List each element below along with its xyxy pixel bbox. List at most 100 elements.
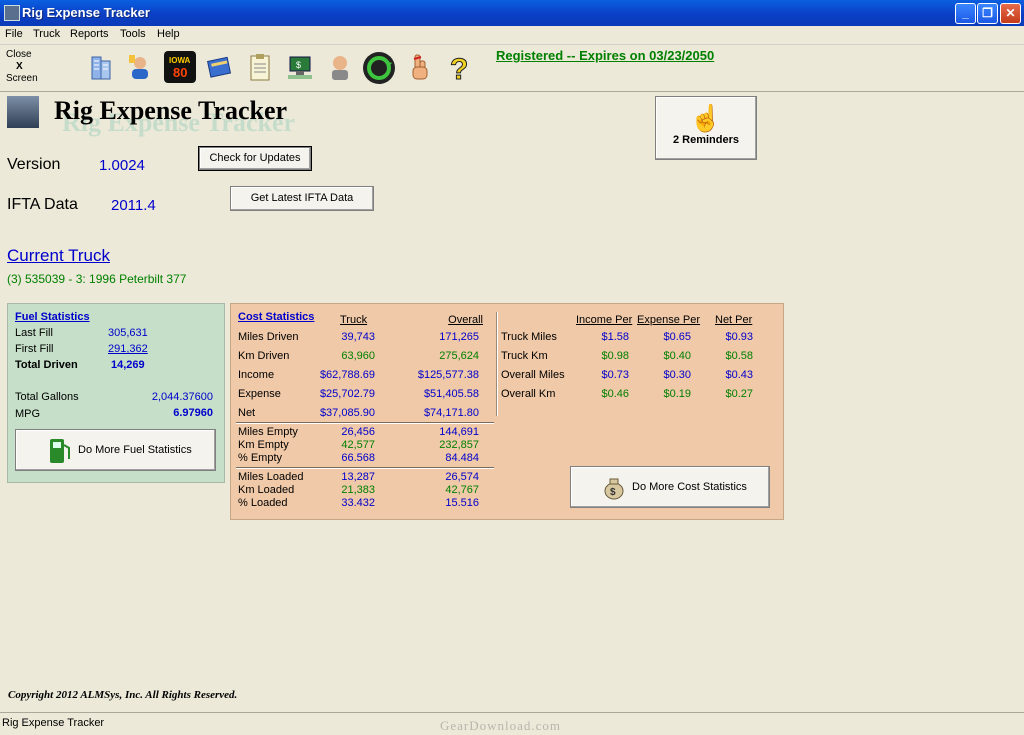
ifta-value: 2011.4 [111,197,156,214]
close-x-icon: X [16,61,23,72]
registration-status[interactable]: Registered -- Expires on 03/23/2050 [496,48,714,63]
per-row-net: $0.27 [725,388,753,400]
maximize-button[interactable]: ❐ [977,3,998,24]
book-icon[interactable] [204,51,236,83]
per-row-label: Truck Miles [501,331,557,343]
cost-row-truck: 39,743 [341,331,375,343]
first-fill-value[interactable]: 291,362 [108,343,148,355]
menu-tools[interactable]: Tools [120,28,146,40]
fuel-statistics-link[interactable]: Fuel Statistics [15,311,90,323]
version-label: Version [7,156,61,173]
per-row-label: Overall Km [501,388,556,400]
svg-text:$: $ [296,60,301,70]
per-row-label: Overall Miles [501,369,565,381]
title-bar: Rig Expense Tracker _ ❐ ✕ [0,0,1024,26]
menu-truck[interactable]: Truck [33,28,60,40]
net-per-header: Net Per [715,314,753,326]
loaded-row-truck: 33.432 [341,497,375,509]
person-icon[interactable] [324,51,356,83]
clipboard-icon[interactable] [244,51,276,83]
reminders-button[interactable]: ☝ 2 Reminders [655,96,757,160]
menu-reports[interactable]: Reports [70,28,109,40]
menu-file[interactable]: File [5,28,23,40]
cost-row-overall: $125,577.38 [417,369,479,381]
empty-row-truck: 26,456 [341,426,375,438]
menu-bar: File Truck Reports Tools Help [0,26,1024,45]
app-icon [4,5,20,21]
current-truck-link[interactable]: Current Truck [7,246,110,266]
cost-row-overall: $74,171.80 [423,407,479,419]
menu-help[interactable]: Help [157,28,180,40]
mpg-value: 6.97960 [173,407,213,419]
money-computer-icon[interactable]: $ [284,51,316,83]
per-row-expense: $0.30 [663,369,691,381]
total-driven-label: Total Driven [15,359,78,371]
close-window-button[interactable]: ✕ [1000,3,1021,24]
per-row-expense: $0.40 [663,350,691,362]
per-row-income: $1.58 [601,331,629,343]
empty-row-overall: 232,857 [439,439,479,451]
per-row-net: $0.58 [725,350,753,362]
cost-row-truck: $62,788.69 [319,369,375,381]
minimize-button[interactable]: _ [955,3,976,24]
svg-text:$: $ [610,487,616,498]
more-cost-stats-button[interactable]: $ Do More Cost Statistics [570,466,770,508]
check-updates-button[interactable]: Check for Updates [198,146,312,171]
loaded-row-truck: 13,287 [341,471,375,483]
total-gallons-label: Total Gallons [15,391,79,403]
total-driven-value: 14,269 [111,359,145,371]
cost-statistics-panel: Cost Statistics Truck Overall Miles Driv… [230,303,784,520]
driver-icon[interactable] [124,51,156,83]
svg-text:IOWA: IOWA [169,56,191,65]
reminder-hand-icon-large: ☝ [689,103,723,133]
loaded-row-overall: 26,574 [445,471,479,483]
vertical-divider [496,312,498,416]
empty-row-truck: 42,577 [341,439,375,451]
last-fill-value: 305,631 [108,327,148,339]
divider [236,467,494,469]
close-screen-label: Close [6,49,32,60]
loaded-row-label: Miles Loaded [238,471,304,483]
cost-row-truck: 63,960 [341,350,375,362]
svg-text:?: ? [450,53,468,83]
per-row-income: $0.46 [601,388,629,400]
cost-row-label: Income [238,369,275,381]
buildings-icon[interactable] [86,51,118,83]
current-truck-value: (3) 535039 - 3: 1996 Peterbilt 377 [7,272,187,286]
loaded-row-label: Km Loaded [238,484,295,496]
cost-statistics-link[interactable]: Cost Statistics [238,311,314,323]
divider [236,422,494,424]
empty-row-label: Miles Empty [238,426,298,438]
cost-row-label: Net [238,407,256,419]
refresh-icon[interactable] [362,51,395,84]
per-row-expense: $0.19 [663,388,691,400]
reminder-hand-icon[interactable] [404,51,436,83]
close-screen-button[interactable]: Close X Screen [6,49,40,85]
empty-row-overall: 84.484 [445,452,479,464]
col-overall-header: Overall [448,314,483,326]
help-icon[interactable]: ? [444,51,476,87]
get-ifta-button[interactable]: Get Latest IFTA Data [230,186,374,211]
empty-row-truck: 66.568 [341,452,375,464]
cost-row-truck: $25,702.79 [319,388,375,400]
cost-row-overall: $51,405.58 [423,388,479,400]
fuel-statistics-panel: Fuel Statistics Last Fill 305,631 First … [7,303,225,483]
more-fuel-stats-button[interactable]: Do More Fuel Statistics [15,429,216,471]
last-fill-label: Last Fill [15,327,53,339]
per-row-expense: $0.65 [663,331,691,343]
money-bag-icon: $ [604,478,624,500]
per-row-income: $0.73 [601,369,629,381]
mpg-label: MPG [15,408,41,420]
per-row-net: $0.93 [725,331,753,343]
iowa-80-icon[interactable]: IOWA 80 [164,51,196,83]
empty-row-overall: 144,691 [439,426,479,438]
ifta-label: IFTA Data [7,196,78,213]
cost-row-label: Km Driven [238,350,290,362]
total-gallons-value: 2,044.37600 [151,391,213,403]
page-title: Rig Expense Tracker [54,96,288,125]
more-cost-stats-label: Do More Cost Statistics [632,481,747,493]
cost-row-label: Expense [238,388,281,400]
loaded-row-overall: 42,767 [445,484,479,496]
loaded-row-overall: 15.516 [445,497,479,509]
window-title: Rig Expense Tracker [22,5,150,20]
